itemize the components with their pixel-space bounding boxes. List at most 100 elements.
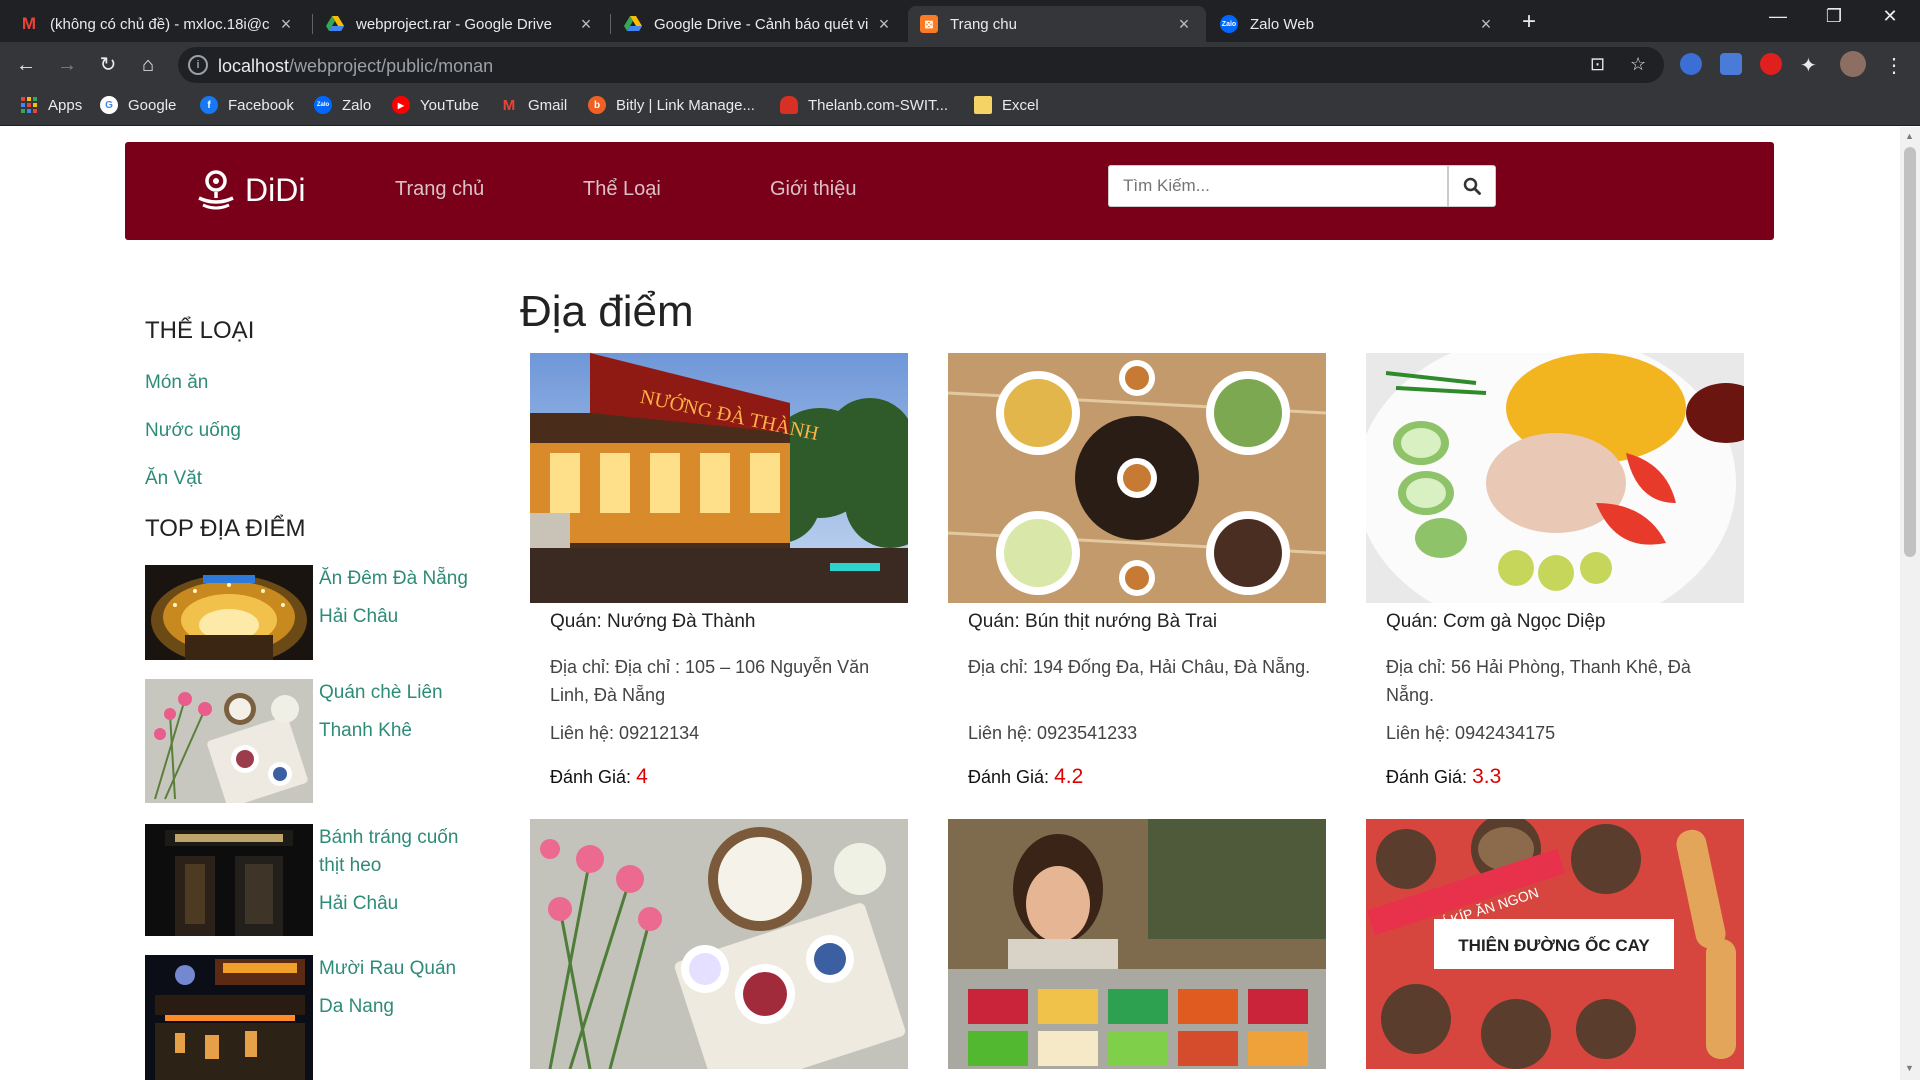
place-image[interactable] [1366,353,1744,603]
close-tab-icon[interactable]: × [576,14,596,35]
search-input[interactable] [1108,165,1448,207]
tab-drive-rar[interactable]: webproject.rar - Google Drive × [314,6,608,42]
translate-icon[interactable]: ⊡ [1590,54,1605,75]
place-name[interactable]: Quán: Nướng Đà Thành [550,611,755,633]
site-info-icon[interactable]: i [188,55,208,75]
top-place-name[interactable]: Mười Rau Quán [319,955,489,983]
bookmark-youtube[interactable]: ▶ YouTube [392,96,479,114]
page-title: Địa điểm [520,287,694,336]
top-place-image[interactable] [145,679,313,803]
tab-zalo[interactable]: Zalo Zalo Web × [1208,6,1508,42]
minimize-button[interactable]: — [1758,6,1798,27]
place-image[interactable] [948,353,1326,603]
place-contact: Liên hệ: 0923541233 [968,723,1138,743]
top-place-name[interactable]: Ăn Đêm Đà Nẵng [319,565,489,593]
place-name[interactable]: Quán: Cơm gà Ngọc Diệp [1386,611,1605,633]
bookmark-facebook[interactable]: f Facebook [200,96,294,114]
scroll-up-icon[interactable]: ▲ [1905,131,1914,141]
bookmark-google[interactable]: G Google [100,96,176,114]
bookmark-apps[interactable]: Apps [20,96,82,114]
close-window-button[interactable]: ✕ [1870,6,1910,27]
browser-toolbar: ← → ↻ ⌂ i localhost/webproject/public/mo… [0,42,1920,88]
rating-value: 4 [636,765,648,788]
close-tab-icon[interactable]: × [276,14,296,35]
place-image[interactable]: BÍ KÍP ĂN NGON THIÊN ĐƯỜNG ỐC CAY [1366,819,1744,1069]
folder-icon [974,96,992,114]
profile-avatar[interactable] [1840,51,1866,77]
back-button[interactable]: ← [12,51,40,79]
url-text[interactable]: localhost/webproject/public/monan [218,56,493,77]
search-button[interactable] [1448,165,1496,207]
menu-kebab-icon[interactable]: ⋮ [1884,53,1906,77]
top-place-name[interactable]: Quán chè Liên [319,679,489,707]
nav-home-link[interactable]: Trang chủ [395,178,484,201]
bookmark-gmail[interactable]: M Gmail [500,96,567,114]
close-tab-icon[interactable]: × [1476,14,1496,35]
new-tab-button[interactable]: + [1522,8,1536,36]
category-link-an-vat[interactable]: Ăn Vặt [145,468,202,490]
location-pin-icon [198,170,234,210]
page-viewport: DiDi Trang chủ Thể Loại Giới thiệu THỂ L… [0,127,1900,1080]
place-rating: Đánh Giá: 4 [550,765,648,789]
close-tab-icon[interactable]: × [1174,14,1194,35]
gmail-icon: M [502,96,516,114]
category-link-mon-an[interactable]: Món ăn [145,372,208,394]
facebook-icon: f [200,96,218,114]
place-contact: Liên hệ: 09212134 [550,723,700,743]
google-drive-icon [624,15,642,33]
bookmark-thelanb[interactable]: Thelanb.com-SWIT... [780,96,948,114]
site-logo[interactable]: DiDi [195,168,305,212]
bookmark-label: Bitly | Link Manage... [616,96,755,114]
tab-separator [610,14,611,34]
category-link-nuoc-uong[interactable]: Nước uống [145,420,241,442]
scroll-down-icon[interactable]: ▼ [1905,1063,1914,1073]
google-icon: G [100,96,118,114]
tab-title: Google Drive - Cảnh báo quét vi [654,15,869,33]
close-tab-icon[interactable]: × [874,14,894,35]
place-image[interactable] [948,819,1326,1069]
place-address: Địa chỉ: 56 Hải Phòng, Thanh Khê, Đà Nẵn… [1386,657,1691,705]
puzzle-extensions-icon[interactable]: ✦ [1800,53,1822,77]
place-rating: Đánh Giá: 4.2 [968,765,1083,789]
place-image[interactable]: NƯỚNG ĐÀ THÀNH [530,353,908,603]
forward-button[interactable]: → [53,51,81,79]
nav-category-link[interactable]: Thể Loại [583,178,661,201]
top-place-name[interactable]: Bánh tráng cuốn thịt heo [319,824,489,880]
top-place-item[interactable]: Quán chè Liên Thanh Khê [145,679,485,819]
scrollbar-thumb[interactable] [1904,147,1916,557]
address-bar[interactable]: i localhost/webproject/public/monan ⊡ ☆ [178,47,1664,83]
tab-title: webproject.rar - Google Drive [356,15,552,33]
top-place-item[interactable]: Bánh tráng cuốn thịt heo Hải Châu [145,824,485,952]
bookmark-excel[interactable]: Excel [974,96,1039,114]
bookmark-bitly[interactable]: b Bitly | Link Manage... [588,96,755,114]
place-rating: Đánh Giá: 3.3 [1386,765,1501,789]
cloud-icon [780,96,798,114]
page-scrollbar[interactable]: ▲ ▼ [1900,127,1920,1080]
top-place-image[interactable] [145,824,313,936]
rating-label: Đánh Giá: [1386,767,1468,787]
bookmark-zalo[interactable]: Zalo Zalo [314,96,371,114]
bookmark-label: Google [128,96,177,114]
top-place-image[interactable] [145,565,313,660]
bookmark-star-icon[interactable]: ☆ [1630,54,1646,75]
rating-label: Đánh Giá: [550,767,632,787]
place-card: Quán: Cơm gà Ngọc Diệp Địa chỉ: 56 Hải P… [1366,353,1744,793]
extension-icon[interactable] [1680,53,1702,75]
tab-gmail[interactable]: M (không có chủ đề) - mxloc.18i@c × [8,6,308,42]
top-place-image[interactable] [145,955,313,1080]
place-image[interactable] [530,819,908,1069]
nav-about-link[interactable]: Giới thiệu [770,178,856,201]
reload-button[interactable]: ↻ [94,51,122,79]
top-place-item[interactable]: Mười Rau Quán Da Nang [145,955,485,1080]
place-name[interactable]: Quán: Bún thịt nướng Bà Trai [968,611,1217,633]
tab-drive-warning[interactable]: Google Drive - Cảnh báo quét vi × [612,6,906,42]
tab-trang-chu[interactable]: ⊠ Trang chu × [908,6,1206,42]
bookmark-label: Thelanb.com-SWIT... [808,96,949,114]
translate-extension-icon[interactable] [1720,53,1742,75]
top-place-item[interactable]: Ăn Đêm Đà Nẵng Hải Châu [145,565,485,677]
adblock-icon[interactable] [1760,53,1782,75]
home-button[interactable]: ⌂ [134,51,162,79]
google-drive-icon [326,15,344,33]
restore-button[interactable]: ❐ [1814,6,1854,27]
bookmark-label: Gmail [528,96,568,114]
